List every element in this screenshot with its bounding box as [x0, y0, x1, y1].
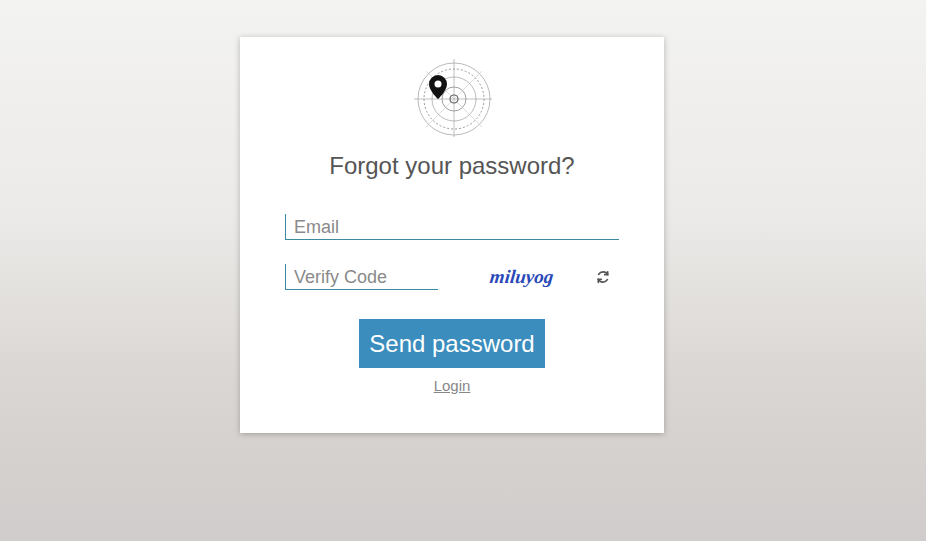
page-title: Forgot your password?	[329, 151, 574, 181]
verify-code-row: miluyog	[285, 264, 619, 290]
forgot-password-card: Forgot your password? miluyog Send passwor…	[240, 37, 664, 433]
send-password-button[interactable]: Send password	[359, 319, 544, 368]
refresh-icon	[596, 270, 610, 284]
login-link[interactable]: Login	[434, 376, 471, 396]
refresh-captcha-button[interactable]	[594, 268, 612, 286]
captcha-image: miluyog	[489, 266, 567, 288]
background-photo: Forgot your password? miluyog Send passwor…	[0, 0, 926, 541]
reset-form: miluyog	[285, 214, 619, 290]
compass-logo-icon	[412, 57, 492, 137]
verify-code-input[interactable]	[285, 264, 438, 290]
email-input[interactable]	[285, 214, 619, 240]
